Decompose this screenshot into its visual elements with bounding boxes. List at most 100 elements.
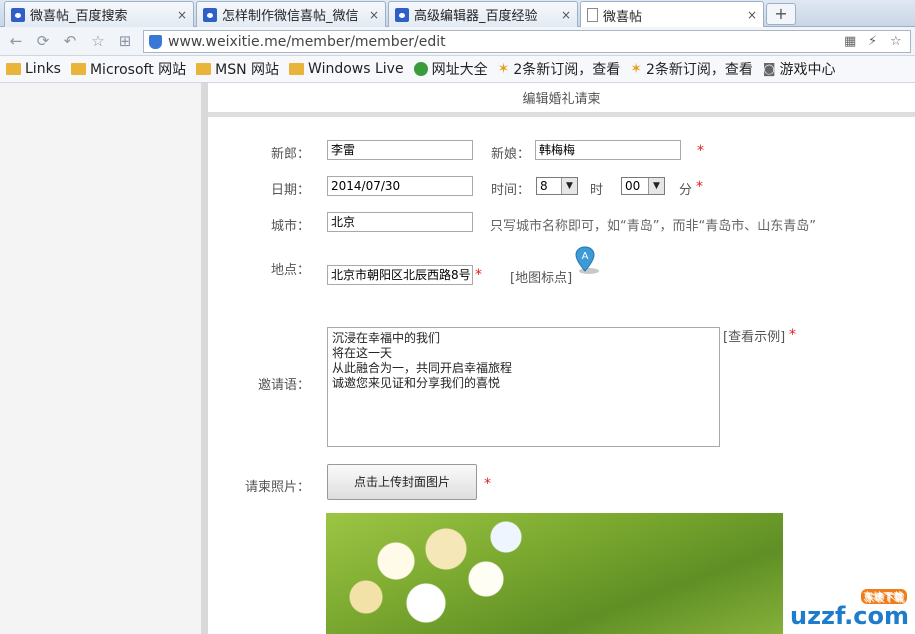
bookmark-url-directory[interactable]: 网址大全 (413, 59, 488, 79)
invite-line: 将在这一天 (332, 346, 393, 360)
bookmark-label: 网址大全 (431, 62, 488, 78)
apps-icon[interactable]: ⊞ (116, 32, 134, 50)
bookmark-label: Windows Live (308, 61, 404, 77)
baidu-paw-icon (395, 7, 409, 22)
groom-label: 新郎： (270, 147, 310, 162)
hour-value: 8 (540, 179, 548, 193)
invite-line: 从此融合为一，共同开启幸福旅程 (332, 361, 513, 375)
bookmark-label: 2条新订阅，查看 (513, 62, 621, 78)
bookmark-subscription-2[interactable]: ✶ 2条新订阅，查看 (630, 59, 753, 79)
date-label: 日期： (270, 183, 310, 198)
folder-icon (289, 63, 305, 75)
invite-line: 沉浸在幸福中的我们 (332, 331, 441, 345)
map-marker-icon[interactable]: A (574, 245, 600, 275)
page-title: 编辑婚礼请柬 (208, 83, 915, 117)
bookmark-star-icon[interactable]: ☆ (890, 34, 902, 49)
photo-label: 请柬照片： (244, 480, 310, 495)
bride-label: 新娘： (490, 147, 530, 162)
refresh-icon[interactable]: ⟳ (34, 32, 52, 50)
tab-title: 微喜帖 (603, 9, 643, 25)
invite-label: 邀请语： (257, 378, 310, 393)
groom-name-input[interactable]: 李雷 (327, 140, 473, 160)
folder-icon (70, 63, 86, 75)
required-mark: * (475, 267, 482, 283)
new-tab-button[interactable]: + (766, 3, 796, 25)
minute-value: 00 (625, 179, 641, 193)
bride-name-input[interactable]: 韩梅梅 (535, 140, 681, 160)
hour-select[interactable]: 8 ▼ (536, 177, 578, 195)
tab-advanced-editor-baidu-jingyan[interactable]: 高级编辑器_百度经验 × (388, 1, 578, 27)
tab-title: 怎样制作微信喜帖_微信 (222, 9, 359, 24)
url-text[interactable]: www.weixitie.me/member/member/edit (168, 34, 446, 50)
invite-line: 诚邀您来见证和分享我们的喜悦 (332, 376, 501, 390)
baidu-paw-icon (203, 7, 217, 22)
tab-title: 微喜帖_百度搜索 (30, 9, 128, 24)
bookmark-windows-live[interactable]: Windows Live (289, 61, 404, 77)
close-icon[interactable]: × (561, 8, 571, 22)
date-input[interactable]: 2014/07/30 (327, 176, 473, 196)
close-icon[interactable]: × (177, 8, 187, 22)
required-mark: * (696, 179, 703, 195)
bookmark-label: MSN 网站 (215, 62, 280, 78)
city-label: 城市： (270, 219, 310, 234)
bookmark-game-center[interactable]: ◙ 游戏中心 (763, 59, 836, 79)
close-icon[interactable]: × (747, 8, 757, 22)
baidu-paw-icon (11, 7, 25, 22)
chevron-down-icon[interactable]: ▼ (561, 178, 577, 194)
tab-title: 高级编辑器_百度经验 (414, 9, 538, 24)
favorite-icon[interactable]: ☆ (89, 32, 107, 50)
gamepad-icon: ◙ (762, 61, 776, 77)
back-icon[interactable]: ← (7, 32, 25, 50)
required-mark: * (484, 476, 491, 492)
bookmark-links[interactable]: Links (6, 61, 61, 77)
qr-code-icon[interactable]: ▦ (844, 34, 856, 49)
globe-icon (413, 62, 428, 76)
watermark-text: uzzf.com (790, 602, 909, 630)
map-pin-link[interactable]: [地图标点] (510, 267, 572, 286)
left-panel (0, 83, 201, 634)
minute-select[interactable]: 00 ▼ (621, 177, 665, 195)
svg-text:A: A (582, 251, 589, 262)
watermark-subtitle: 东坡下载 (861, 589, 907, 604)
hour-unit: 时 (590, 183, 604, 198)
bookmarks-bar: Links Microsoft 网站 MSN 网站 Windows Live 网… (0, 56, 915, 83)
place-input[interactable]: 北京市朝阳区北辰西路8号 (327, 265, 473, 285)
tab-weixitie-baidu-search[interactable]: 微喜帖_百度搜索 × (4, 1, 194, 27)
cover-photo (326, 513, 783, 634)
tab-weixitie-active[interactable]: 微喜帖 × (580, 1, 764, 28)
close-icon[interactable]: × (369, 8, 379, 22)
folder-icon (196, 63, 212, 75)
city-input[interactable]: 北京 (327, 212, 473, 232)
minute-unit: 分 (679, 183, 693, 198)
shield-icon (149, 35, 162, 49)
rss-icon: ✶ (630, 61, 642, 77)
bookmark-subscription-1[interactable]: ✶ 2条新订阅，查看 (498, 59, 621, 79)
flower-bouquet-image (336, 513, 536, 633)
edit-invitation-form: 编辑婚礼请柬 新郎： 李雷 新娘： 韩梅梅 * 日期： 2014/07/30 时… (208, 83, 915, 634)
tab-how-to-make-wechat-invitation[interactable]: 怎样制作微信喜帖_微信 × (196, 1, 386, 27)
navigation-bar: ← ⟳ ↶ ☆ ⊞ www.weixitie.me/member/member/… (0, 27, 915, 56)
rss-icon: ✶ (497, 61, 510, 77)
address-bar[interactable]: www.weixitie.me/member/member/edit ▦ ⚡ ☆ (143, 30, 911, 53)
tab-strip: 微喜帖_百度搜索 × 怎样制作微信喜帖_微信 × 高级编辑器_百度经验 × 微喜… (0, 0, 915, 28)
time-label: 时间： (490, 183, 530, 198)
required-mark: * (789, 327, 796, 343)
undo-icon[interactable]: ↶ (61, 32, 79, 50)
folder-icon (6, 63, 21, 75)
bookmark-msn[interactable]: MSN 网站 (196, 59, 279, 79)
city-hint: 只写城市名称即可，如“青岛”，而非“青岛市、山东青岛” (490, 219, 816, 234)
bookmark-label: 游戏中心 (779, 62, 836, 78)
bookmark-label: 2条新订阅，查看 (645, 62, 753, 78)
bookmark-microsoft[interactable]: Microsoft 网站 (70, 59, 187, 79)
place-label: 地点： (270, 263, 310, 278)
panel-divider (201, 83, 208, 634)
lightning-icon[interactable]: ⚡ (868, 34, 877, 49)
bookmark-label: Microsoft 网站 (89, 62, 187, 78)
chevron-down-icon[interactable]: ▼ (648, 178, 664, 194)
bookmark-label: Links (25, 61, 61, 77)
page-icon (587, 8, 598, 22)
invitation-text-area[interactable]: 沉浸在幸福中的我们 将在这一天 从此融合为一，共同开启幸福旅程 诚邀您来见证和分… (327, 327, 720, 447)
page-viewport: 编辑婚礼请柬 新郎： 李雷 新娘： 韩梅梅 * 日期： 2014/07/30 时… (0, 83, 915, 634)
view-example-link[interactable]: [查看示例] (723, 326, 785, 345)
upload-cover-button[interactable]: 点击上传封面图片 (327, 464, 477, 500)
